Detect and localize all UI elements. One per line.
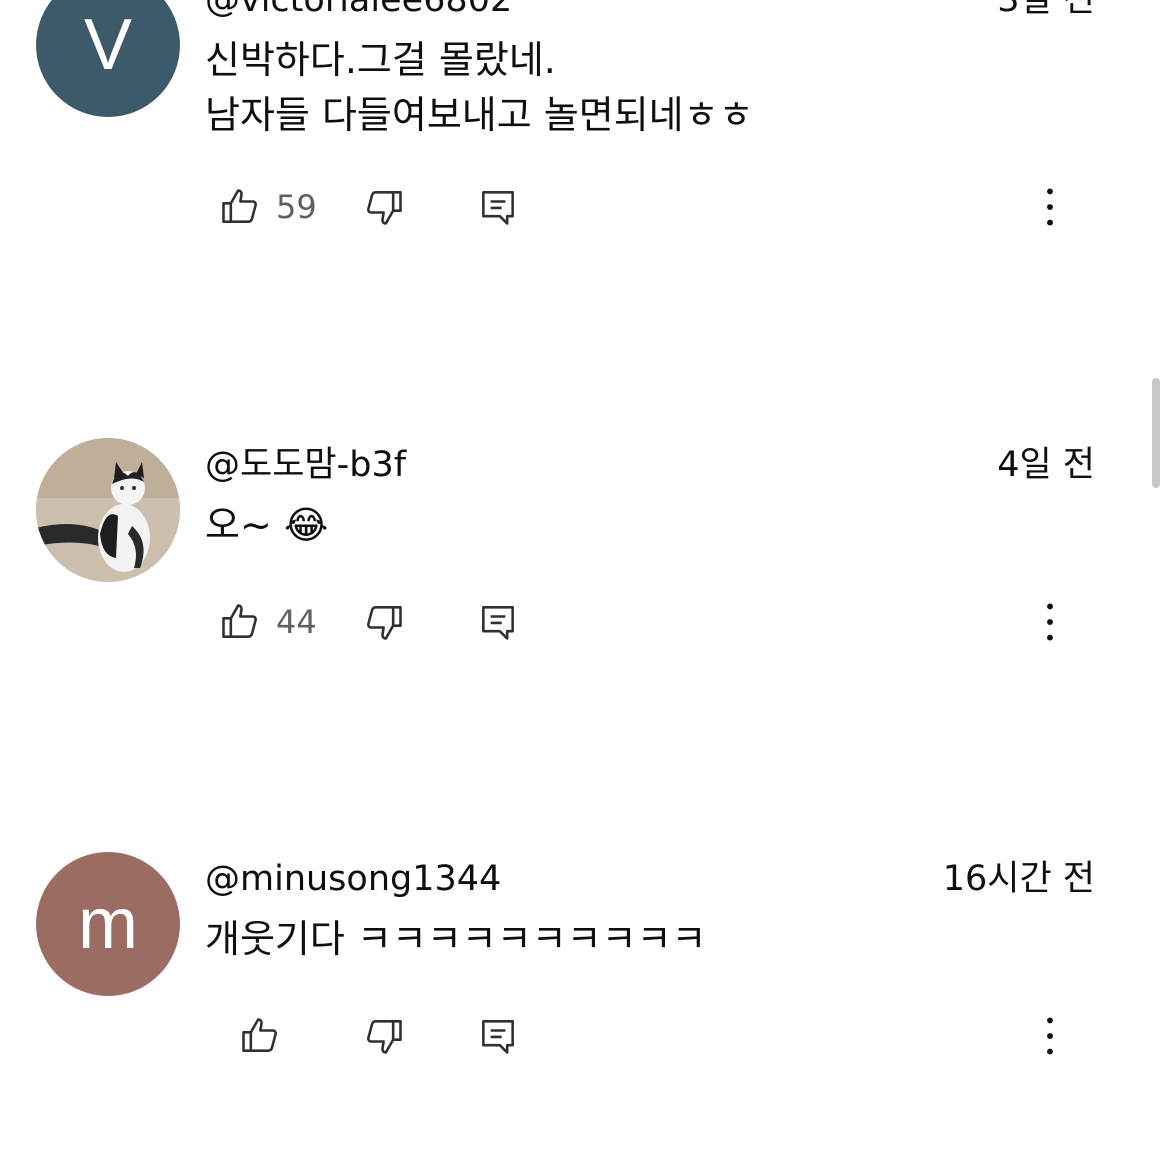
more-vertical-icon xyxy=(1047,188,1053,226)
thumbs-up-icon xyxy=(222,604,257,638)
avatar[interactable]: m xyxy=(36,852,180,996)
comment-text-line: 신박하다.그걸 몰랐네. xyxy=(205,38,556,82)
more-button[interactable] xyxy=(1026,183,1074,231)
cat-avatar-image xyxy=(36,438,180,582)
like-button[interactable] xyxy=(216,183,264,231)
thumbs-down-icon xyxy=(367,191,402,225)
dislike-button[interactable] xyxy=(360,598,408,646)
reply-button[interactable] xyxy=(474,1012,522,1060)
comment-item: @도도맘-b3f 4일 전 오~ 😂 xyxy=(0,438,1170,738)
like-count: 44 xyxy=(276,603,317,641)
more-vertical-icon xyxy=(1047,603,1053,641)
avatar[interactable] xyxy=(36,438,180,582)
reply-button[interactable] xyxy=(474,598,522,646)
comment-actions: 44 xyxy=(0,598,1170,658)
reply-icon xyxy=(482,606,514,640)
thumbs-up-icon xyxy=(242,1018,277,1052)
comment-time: 3일 전 xyxy=(997,0,1095,20)
comment-text: 오~ 😂 xyxy=(205,498,1105,553)
avatar-letter: m xyxy=(78,884,138,964)
reply-button[interactable] xyxy=(474,183,522,231)
thumbs-down-icon xyxy=(367,606,402,640)
reply-icon xyxy=(482,1020,514,1054)
avatar[interactable]: V xyxy=(36,0,180,117)
comment-author[interactable]: @victoriaiee6802 xyxy=(205,0,512,21)
comment-text-line: 오~ 😂 xyxy=(205,503,329,547)
comment-text-line: 개웃기다 ㅋㅋㅋㅋㅋㅋㅋㅋㅋㅋ xyxy=(205,917,707,961)
comment-item: m @minusong1344 16시간 전 개웃기다 ㅋㅋㅋㅋㅋㅋㅋㅋㅋㅋ xyxy=(0,852,1170,1152)
comment-text: 개웃기다 ㅋㅋㅋㅋㅋㅋㅋㅋㅋㅋ xyxy=(205,912,1105,967)
comment-author[interactable]: @minusong1344 xyxy=(205,858,501,900)
reply-icon xyxy=(482,191,514,225)
comment-author[interactable]: @도도맘-b3f xyxy=(205,444,406,486)
comment-actions: 59 xyxy=(0,183,1170,243)
dislike-button[interactable] xyxy=(360,1012,408,1060)
like-button[interactable] xyxy=(216,598,264,646)
scrollbar-thumb[interactable] xyxy=(1152,378,1160,488)
comment-text-line: 남자들 다들여보내고 놀면되네ㅎㅎ xyxy=(205,93,754,137)
comment-text: 신박하다.그걸 몰랐네. 남자들 다들여보내고 놀면되네ㅎㅎ xyxy=(205,33,1105,143)
avatar-letter: V xyxy=(83,5,133,85)
thumbs-down-icon xyxy=(367,1020,402,1054)
comment-actions xyxy=(0,1012,1170,1072)
like-button[interactable] xyxy=(236,1012,284,1060)
more-vertical-icon xyxy=(1047,1017,1053,1055)
comment-time: 16시간 전 xyxy=(942,859,1095,899)
comment-time: 4일 전 xyxy=(997,445,1095,485)
more-button[interactable] xyxy=(1026,1012,1074,1060)
thumbs-up-icon xyxy=(222,189,257,223)
more-button[interactable] xyxy=(1026,598,1074,646)
dislike-button[interactable] xyxy=(360,183,408,231)
like-count: 59 xyxy=(276,188,317,226)
